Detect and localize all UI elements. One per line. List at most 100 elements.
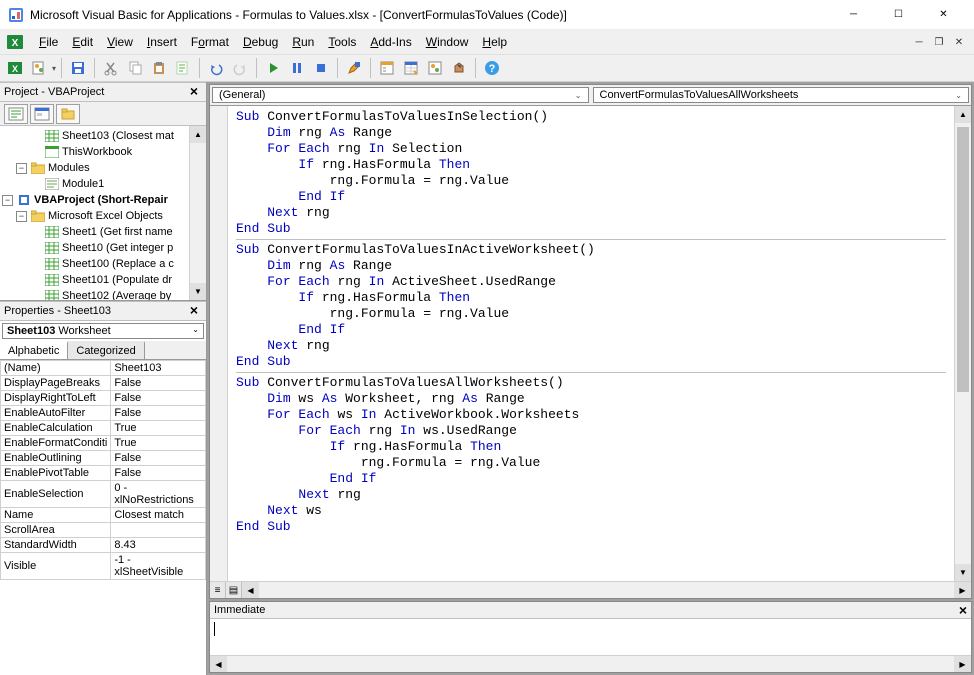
property-row[interactable]: EnableFormatConditiTrue — [1, 436, 206, 451]
run-icon[interactable] — [262, 57, 284, 79]
tree-item[interactable]: Microsoft Excel Objects — [48, 210, 163, 222]
property-row[interactable]: EnableOutliningFalse — [1, 451, 206, 466]
tree-item[interactable]: Sheet103 (Closest mat — [62, 130, 174, 142]
view-excel-icon[interactable]: X — [4, 57, 26, 79]
property-value[interactable]: Closest match — [111, 508, 206, 523]
project-explorer-close-icon[interactable]: × — [186, 85, 202, 99]
tree-item[interactable]: Module1 — [62, 178, 104, 190]
property-value[interactable]: 8.43 — [111, 538, 206, 553]
menu-insert[interactable]: Insert — [141, 33, 183, 51]
toolbox-icon[interactable] — [448, 57, 470, 79]
properties-object-selector[interactable]: Sheet103 Worksheet ⌄ — [2, 323, 204, 339]
close-button[interactable]: ✕ — [921, 1, 966, 29]
property-value[interactable]: False — [111, 391, 206, 406]
save-icon[interactable] — [67, 57, 89, 79]
redo-icon[interactable] — [229, 57, 251, 79]
tree-item[interactable]: Sheet100 (Replace a c — [62, 258, 174, 270]
design-mode-icon[interactable] — [343, 57, 365, 79]
tree-collapse-icon[interactable]: − — [2, 195, 13, 206]
property-row[interactable]: ScrollArea — [1, 523, 206, 538]
view-object-icon[interactable] — [30, 104, 54, 124]
menu-tools[interactable]: Tools — [322, 33, 362, 51]
maximize-button[interactable]: ☐ — [876, 1, 921, 29]
property-row[interactable]: NameClosest match — [1, 508, 206, 523]
insert-module-icon[interactable] — [28, 57, 50, 79]
reset-icon[interactable] — [310, 57, 332, 79]
property-row[interactable]: EnableSelection0 - xlNoRestrictions — [1, 481, 206, 508]
object-browser-icon[interactable] — [424, 57, 446, 79]
procedure-view-icon[interactable]: ≡ — [210, 582, 226, 598]
paste-icon[interactable] — [148, 57, 170, 79]
property-row[interactable]: EnableAutoFilterFalse — [1, 406, 206, 421]
immediate-input[interactable] — [210, 619, 971, 655]
menu-help[interactable]: Help — [476, 33, 513, 51]
tree-item[interactable]: Sheet101 (Populate dr — [62, 274, 172, 286]
mdi-restore-button[interactable]: ❐ — [930, 33, 948, 51]
tree-item[interactable]: Sheet10 (Get integer p — [62, 242, 173, 254]
menu-file[interactable]: File — [33, 33, 64, 51]
standard-toolbar: X ▾ ? — [0, 54, 974, 82]
mdi-close-button[interactable]: ✕ — [950, 33, 968, 51]
project-tree[interactable]: Sheet103 (Closest mat ThisWorkbook − Modu… — [0, 126, 206, 301]
properties-window-icon[interactable] — [400, 57, 422, 79]
project-explorer-icon[interactable] — [376, 57, 398, 79]
tree-item[interactable]: Sheet102 (Average by — [62, 290, 171, 301]
property-row[interactable]: EnablePivotTableFalse — [1, 466, 206, 481]
menu-view[interactable]: View — [101, 33, 139, 51]
menu-run[interactable]: Run — [286, 33, 320, 51]
window-title: Microsoft Visual Basic for Applications … — [30, 8, 831, 22]
property-row[interactable]: DisplayRightToLeftFalse — [1, 391, 206, 406]
tab-categorized[interactable]: Categorized — [68, 341, 144, 359]
property-value[interactable]: Sheet103 — [111, 361, 206, 376]
property-value[interactable]: -1 - xlSheetVisible — [111, 553, 206, 580]
property-value[interactable]: True — [111, 421, 206, 436]
procedure-dropdown[interactable]: ConvertFormulasToValuesAllWorksheets⌄ — [593, 87, 970, 103]
tree-item[interactable]: Sheet1 (Get first name — [62, 226, 173, 238]
property-value[interactable]: True — [111, 436, 206, 451]
tree-item[interactable]: VBAProject (Short-Repair — [34, 194, 168, 206]
menu-window[interactable]: Window — [420, 33, 475, 51]
property-row[interactable]: StandardWidth8.43 — [1, 538, 206, 553]
tree-item[interactable]: ThisWorkbook — [62, 146, 132, 158]
property-row[interactable]: EnableCalculationTrue — [1, 421, 206, 436]
mdi-minimize-button[interactable]: ─ — [910, 33, 928, 51]
menu-format[interactable]: Format — [185, 33, 235, 51]
copy-icon[interactable] — [124, 57, 146, 79]
view-code-icon[interactable] — [4, 104, 28, 124]
menu-addins[interactable]: Add-Ins — [364, 33, 417, 51]
help-icon[interactable]: ? — [481, 57, 503, 79]
properties-close-icon[interactable]: × — [186, 304, 202, 318]
property-row[interactable]: (Name)Sheet103 — [1, 361, 206, 376]
toggle-folders-icon[interactable] — [56, 104, 80, 124]
menu-edit[interactable]: Edit — [66, 33, 99, 51]
undo-icon[interactable] — [205, 57, 227, 79]
property-row[interactable]: Visible-1 - xlSheetVisible — [1, 553, 206, 580]
cut-icon[interactable] — [100, 57, 122, 79]
tree-scrollbar[interactable]: ▲▼ — [189, 126, 206, 300]
tree-item[interactable]: Modules — [48, 162, 90, 174]
excel-icon[interactable]: X — [6, 33, 24, 51]
properties-grid[interactable]: (Name)Sheet103DisplayPageBreaksFalseDisp… — [0, 360, 206, 675]
property-value[interactable]: False — [111, 451, 206, 466]
property-value[interactable] — [111, 523, 206, 538]
tree-collapse-icon[interactable]: − — [16, 211, 27, 222]
property-value[interactable]: False — [111, 406, 206, 421]
property-value[interactable]: False — [111, 466, 206, 481]
property-value[interactable]: False — [111, 376, 206, 391]
code-margin[interactable] — [210, 106, 228, 581]
code-vscrollbar[interactable]: ▲ ▼ — [954, 106, 971, 581]
full-module-view-icon[interactable]: ▤ — [226, 582, 242, 598]
break-icon[interactable] — [286, 57, 308, 79]
code-editor[interactable]: Sub ConvertFormulasToValuesInSelection()… — [228, 106, 954, 581]
immediate-close-icon[interactable]: × — [959, 604, 967, 616]
property-value[interactable]: 0 - xlNoRestrictions — [111, 481, 206, 508]
menu-debug[interactable]: Debug — [237, 33, 284, 51]
code-hscrollbar[interactable]: ≡ ▤ ◀ ▶ — [210, 581, 971, 598]
tree-collapse-icon[interactable]: − — [16, 163, 27, 174]
object-dropdown[interactable]: (General)⌄ — [212, 87, 589, 103]
immediate-hscrollbar[interactable]: ◀▶ — [210, 655, 971, 672]
property-row[interactable]: DisplayPageBreaksFalse — [1, 376, 206, 391]
minimize-button[interactable]: ─ — [831, 1, 876, 29]
tab-alphabetic[interactable]: Alphabetic — [0, 341, 68, 359]
find-icon[interactable] — [172, 57, 194, 79]
